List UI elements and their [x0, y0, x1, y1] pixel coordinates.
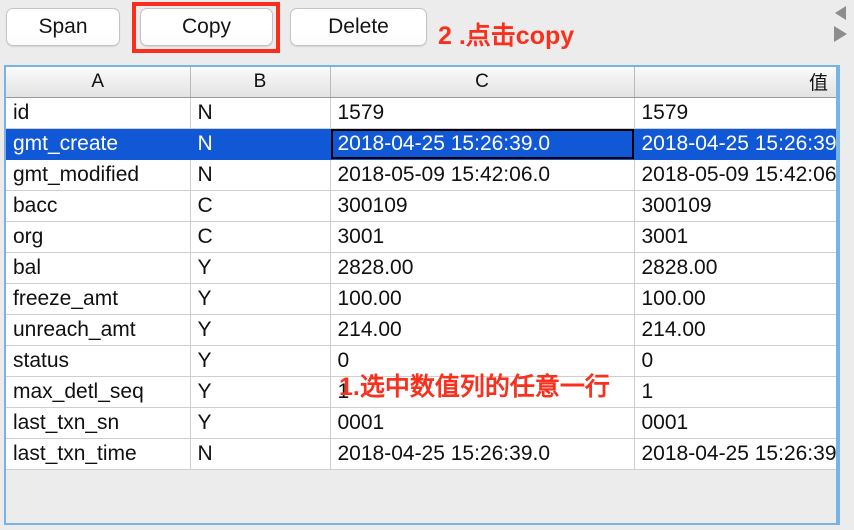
cell-column-a[interactable]: id: [6, 97, 191, 129]
cell-column-b[interactable]: C: [190, 190, 331, 222]
scroll-arrows[interactable]: [830, 0, 854, 48]
cell-column-b[interactable]: N: [190, 159, 331, 191]
cell-column-c[interactable]: 3001: [330, 221, 635, 253]
column-header-c[interactable]: C: [330, 67, 635, 98]
table-row[interactable]: last_txn_sn Y 0001 0001: [6, 407, 838, 439]
table-row[interactable]: id N 1579 1579: [6, 97, 838, 129]
cell-column-b[interactable]: C: [190, 221, 331, 253]
cell-column-a[interactable]: status: [6, 345, 191, 377]
annotation-step-1: 1.选中数值列的任意一行: [339, 373, 610, 401]
table-row[interactable]: unreach_amt Y 214.00 214.00: [6, 314, 838, 346]
cell-column-a[interactable]: bal: [6, 252, 191, 284]
delete-button[interactable]: Delete: [290, 8, 427, 46]
cell-column-a[interactable]: unreach_amt: [6, 314, 191, 346]
column-header-value[interactable]: 值: [634, 67, 838, 98]
cell-column-c[interactable]: 1579: [330, 97, 635, 129]
cell-column-b[interactable]: Y: [190, 283, 331, 315]
table-row[interactable]: bal Y 2828.00 2828.00: [6, 252, 838, 284]
table-row[interactable]: gmt_modified N 2018-05-09 15:42:06.0 2018-0…: [6, 159, 838, 191]
cell-column-a[interactable]: freeze_amt: [6, 283, 191, 315]
cell-column-value[interactable]: 2828.00: [634, 252, 838, 284]
cell-column-value[interactable]: 0: [634, 345, 838, 377]
cell-column-c[interactable]: 214.00: [330, 314, 635, 346]
toolbar: Span Copy Delete 2 .点击copy: [0, 0, 854, 62]
cell-column-value[interactable]: 214.00: [634, 314, 838, 346]
grid-empty-area: [6, 469, 838, 523]
grid-body[interactable]: id N 1579 1579 gmt_create N 2018-04-25 15:26:3…: [6, 97, 838, 470]
annotation-step-2: 2 .点击copy: [438, 22, 575, 50]
cell-column-value[interactable]: 2018-04-25 15:26:39.0: [634, 438, 838, 470]
cell-column-b[interactable]: N: [190, 128, 331, 160]
cell-column-c[interactable]: 0001: [330, 407, 635, 439]
cell-column-c[interactable]: 2018-04-25 15:26:39.0: [330, 438, 635, 470]
arrow-left-icon[interactable]: [835, 6, 846, 20]
data-grid-panel[interactable]: A B C 值 id N 1579 1579 gmt_create N 2018-04-25…: [4, 65, 840, 525]
cell-column-b[interactable]: Y: [190, 376, 331, 408]
cell-column-value[interactable]: 300109: [634, 190, 838, 222]
cell-column-a[interactable]: org: [6, 221, 191, 253]
cell-column-value[interactable]: 2018-04-25 15:26:39.0: [634, 128, 838, 160]
cell-column-value[interactable]: 1: [634, 376, 838, 408]
table-row[interactable]: bacc C 300109 300109: [6, 190, 838, 222]
cell-column-c[interactable]: 300109: [330, 190, 635, 222]
grid-header-row: A B C 值: [6, 67, 838, 98]
cell-column-c[interactable]: 2828.00: [330, 252, 635, 284]
cell-column-b[interactable]: N: [190, 438, 331, 470]
cell-column-b[interactable]: Y: [190, 345, 331, 377]
cell-column-a[interactable]: last_txn_time: [6, 438, 191, 470]
bottom-strip: [0, 525, 854, 530]
cell-column-c[interactable]: 2018-04-25 15:26:39.0: [330, 128, 635, 160]
column-header-b[interactable]: B: [190, 67, 331, 98]
cell-column-value[interactable]: 2018-05-09 15:42:06.0: [634, 159, 838, 191]
column-header-a[interactable]: A: [6, 67, 191, 98]
table-row[interactable]: last_txn_time N 2018-04-25 15:26:39.0 2018-…: [6, 438, 838, 470]
table-row[interactable]: freeze_amt Y 100.00 100.00: [6, 283, 838, 315]
cell-column-a[interactable]: last_txn_sn: [6, 407, 191, 439]
cell-column-c[interactable]: 100.00: [330, 283, 635, 315]
table-row[interactable]: org C 3001 3001: [6, 221, 838, 253]
cell-column-b[interactable]: Y: [190, 314, 331, 346]
copy-button[interactable]: Copy: [140, 8, 273, 46]
cell-column-value[interactable]: 0001: [634, 407, 838, 439]
cell-column-a[interactable]: gmt_modified: [6, 159, 191, 191]
cell-column-b[interactable]: N: [190, 97, 331, 129]
arrow-right-icon[interactable]: [834, 26, 847, 42]
cell-column-b[interactable]: Y: [190, 252, 331, 284]
cell-column-a[interactable]: bacc: [6, 190, 191, 222]
cell-column-c[interactable]: 2018-05-09 15:42:06.0: [330, 159, 635, 191]
cell-column-a[interactable]: gmt_create: [6, 128, 191, 160]
cell-column-b[interactable]: Y: [190, 407, 331, 439]
cell-column-value[interactable]: 1579: [634, 97, 838, 129]
panel-right-edge: [836, 67, 838, 523]
data-grid[interactable]: A B C 值 id N 1579 1579 gmt_create N 2018-04-25…: [6, 67, 838, 470]
cell-column-value[interactable]: 100.00: [634, 283, 838, 315]
table-row[interactable]: gmt_create N 2018-04-25 15:26:39.0 2018-04-…: [6, 128, 838, 160]
cell-column-value[interactable]: 3001: [634, 221, 838, 253]
span-button[interactable]: Span: [6, 8, 120, 46]
cell-column-a[interactable]: max_detl_seq: [6, 376, 191, 408]
